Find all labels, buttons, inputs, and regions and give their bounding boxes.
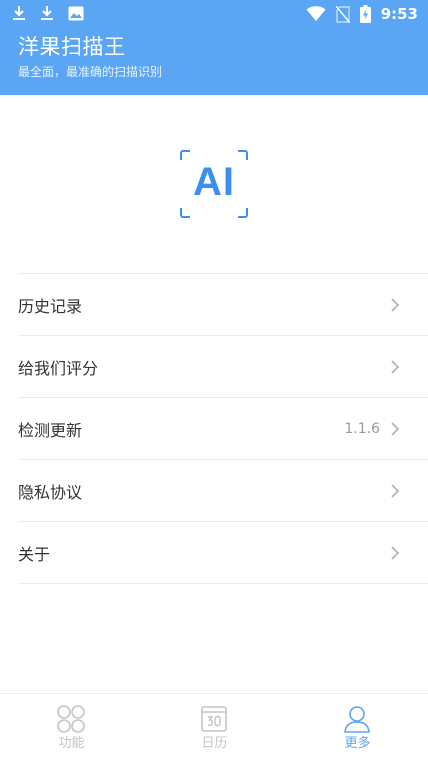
status-time: 9:53 <box>380 5 418 23</box>
app-root: 9:53 洋果扫描王 最全面，最准确的扫描识别 AI 历史记录 给我们评分 检测… <box>0 0 428 761</box>
no-sim-icon <box>335 5 350 23</box>
scan-frame-corner <box>238 150 248 160</box>
scan-frame-corner <box>180 150 190 160</box>
menu-item-check-update[interactable]: 检测更新 1.1.6 <box>18 398 428 460</box>
image-icon <box>68 6 84 20</box>
bottom-nav: 功能 日历 更多 <box>0 693 428 761</box>
nav-tab-label: 功能 <box>58 736 85 751</box>
scan-frame-corner <box>238 208 248 218</box>
user-icon <box>344 706 370 733</box>
calendar-icon <box>201 706 227 732</box>
settings-menu: 历史记录 给我们评分 检测更新 1.1.6 隐私协议 关于 <box>18 273 428 584</box>
page-subtitle: 最全面，最准确的扫描识别 <box>18 65 163 79</box>
nav-tab-more[interactable]: 更多 <box>286 694 428 761</box>
nav-tab-label: 日历 <box>201 736 228 751</box>
app-header: 9:53 洋果扫描王 最全面，最准确的扫描识别 <box>0 0 428 95</box>
nav-tab-features[interactable]: 功能 <box>0 694 143 761</box>
download-icon <box>13 6 25 20</box>
chevron-right-icon <box>391 546 400 560</box>
status-bar-right: 9:53 <box>306 5 418 23</box>
menu-item-rate-us[interactable]: 给我们评分 <box>18 336 428 398</box>
scan-frame-corner <box>180 208 190 218</box>
download-icon <box>41 6 53 20</box>
nav-tab-label: 更多 <box>344 736 371 751</box>
menu-item-privacy[interactable]: 隐私协议 <box>18 460 428 522</box>
nav-tab-calendar[interactable]: 日历 <box>143 694 286 761</box>
menu-item-label: 给我们评分 <box>18 358 99 378</box>
wifi-icon <box>306 6 326 21</box>
menu-item-label: 关于 <box>18 544 51 564</box>
battery-charging-icon <box>359 5 371 23</box>
chevron-right-icon <box>391 360 400 374</box>
chevron-right-icon <box>391 422 400 436</box>
ai-logo-text: AI <box>193 160 235 204</box>
menu-item-label: 历史记录 <box>18 296 83 316</box>
menu-item-label: 检测更新 <box>18 420 83 440</box>
page-title: 洋果扫描王 <box>18 35 126 59</box>
status-bar-left <box>12 5 84 21</box>
chevron-right-icon <box>391 484 400 498</box>
menu-item-label: 隐私协议 <box>18 482 83 502</box>
status-bar: 9:53 <box>0 0 428 30</box>
menu-item-about[interactable]: 关于 <box>18 522 428 584</box>
chevron-right-icon <box>391 298 400 312</box>
menu-item-history[interactable]: 历史记录 <box>18 274 428 336</box>
version-value: 1.1.6 <box>344 421 380 437</box>
grid-icon <box>57 705 85 733</box>
ai-logo: AI <box>180 150 248 218</box>
